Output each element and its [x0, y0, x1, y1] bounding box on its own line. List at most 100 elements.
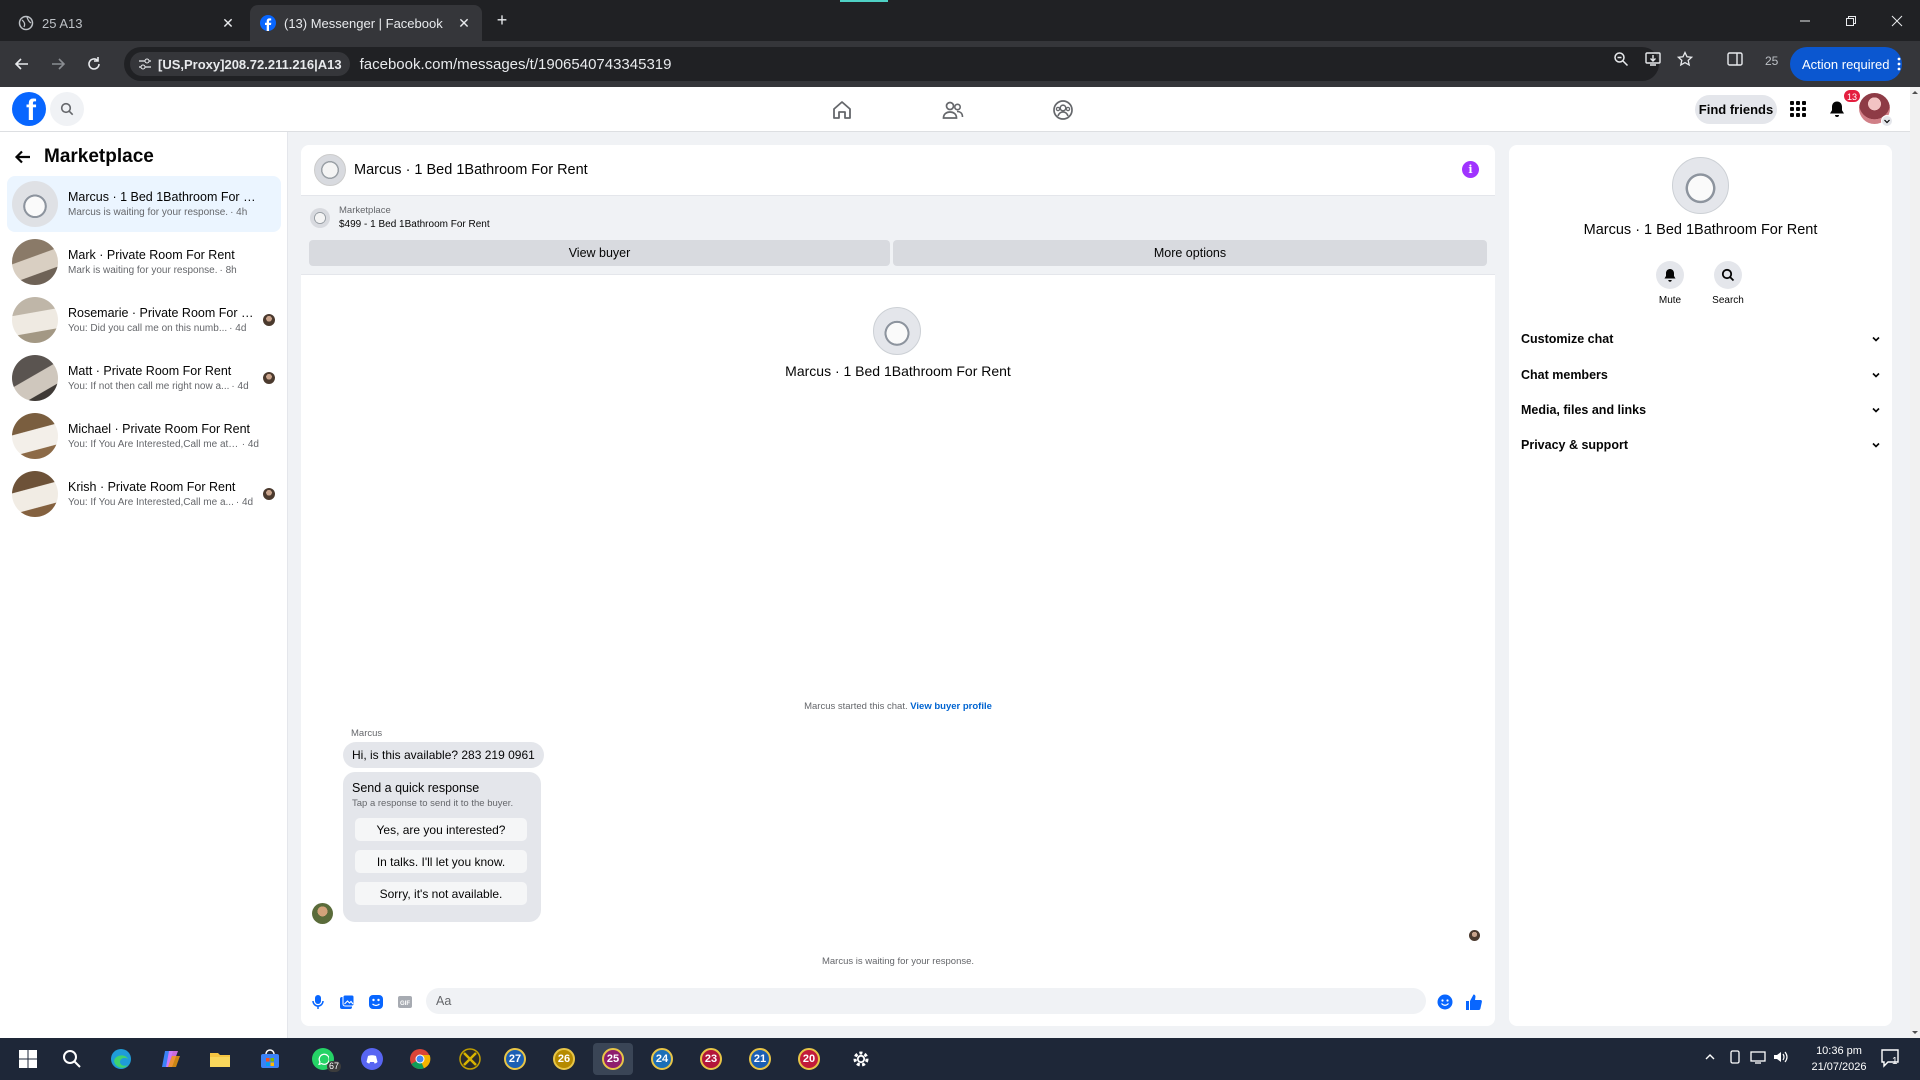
- details-avatar[interactable]: [1672, 157, 1729, 214]
- xbox-game-icon[interactable]: [450, 1043, 490, 1075]
- conversation-item[interactable]: Mark · Private Room For Rent Mark is wait…: [7, 234, 281, 290]
- browser-profile-20[interactable]: 20: [789, 1043, 829, 1075]
- view-buyer-profile-link[interactable]: View buyer profile: [910, 701, 992, 712]
- menu-grid-icon[interactable]: [1785, 96, 1811, 122]
- search-icon: [1721, 268, 1735, 282]
- restore-icon[interactable]: [1828, 0, 1874, 41]
- search-button[interactable]: [50, 92, 84, 126]
- discord-icon[interactable]: [352, 1043, 392, 1075]
- listing-price-title[interactable]: $499 - 1 Bed 1Bathroom For Rent: [339, 219, 490, 230]
- chevron-down-icon[interactable]: [1881, 115, 1893, 127]
- find-friends-button[interactable]: Find friends: [1695, 95, 1777, 124]
- tab-messenger[interactable]: (13) Messenger | Facebook ✕: [250, 5, 482, 41]
- kebab-menu-icon[interactable]: [1897, 57, 1901, 71]
- minimize-icon[interactable]: [1782, 0, 1828, 41]
- copilot-icon[interactable]: [151, 1043, 191, 1075]
- close-icon[interactable]: ✕: [220, 15, 236, 31]
- conversation-avatar: [12, 471, 58, 517]
- file-explorer-icon[interactable]: [200, 1043, 240, 1075]
- more-options-button[interactable]: More options: [893, 240, 1487, 266]
- windows-start-icon[interactable]: [8, 1043, 48, 1075]
- new-tab-plus-icon[interactable]: +: [492, 10, 512, 30]
- store-icon[interactable]: [250, 1043, 290, 1075]
- mute-button[interactable]: Mute: [1645, 261, 1695, 306]
- photo-icon[interactable]: [338, 993, 356, 1011]
- settings-gear-icon[interactable]: [841, 1043, 881, 1075]
- volume-icon[interactable]: [1773, 1050, 1789, 1064]
- quick-response-in-talks[interactable]: In talks. I'll let you know.: [355, 850, 527, 873]
- browser-profile-23[interactable]: 23: [691, 1043, 731, 1075]
- search-icon[interactable]: [52, 1043, 92, 1075]
- sender-name: Marcus: [351, 728, 383, 739]
- extension-count[interactable]: 25: [1765, 54, 1778, 68]
- system-clock[interactable]: 10:36 pm 21/07/2026: [1796, 1043, 1882, 1075]
- conversation-avatar: [12, 297, 58, 343]
- action-required-button[interactable]: Action required: [1790, 47, 1902, 81]
- browser-profile-27[interactable]: 27: [495, 1043, 535, 1075]
- quick-response-yes[interactable]: Yes, are you interested?: [355, 818, 527, 841]
- chevron-up-icon[interactable]: [1704, 1051, 1716, 1063]
- site-info-chip[interactable]: [US,Proxy]208.72.211.216|A13: [130, 52, 350, 76]
- gif-icon[interactable]: GIF: [396, 993, 414, 1011]
- conversation-time: · 8h: [219, 265, 237, 276]
- home-icon[interactable]: [829, 97, 855, 123]
- message-bubble[interactable]: Hi, is this available? 283 219 0961: [343, 742, 544, 768]
- chat-members-section[interactable]: Chat members: [1521, 365, 1881, 385]
- reload-icon[interactable]: [81, 51, 107, 77]
- bookmark-star-icon[interactable]: [1676, 50, 1694, 68]
- listing-thumbnail[interactable]: [310, 208, 330, 228]
- conversation-item[interactable]: Marcus · 1 Bed 1Bathroom For Rent Marcus …: [7, 176, 281, 232]
- device-icon[interactable]: [1728, 1050, 1742, 1064]
- conversation-name: Marcus · 1 Bed 1Bathroom For Rent: [68, 190, 259, 204]
- conversation-item[interactable]: Matt · Private Room For Rent You: If not …: [7, 350, 281, 406]
- friends-icon[interactable]: [940, 97, 966, 123]
- notification-center-icon[interactable]: 1: [1880, 1048, 1900, 1068]
- facebook-logo[interactable]: f: [12, 92, 46, 126]
- side-panel-icon[interactable]: [1726, 50, 1744, 68]
- chrome-icon[interactable]: [400, 1043, 440, 1075]
- sender-avatar[interactable]: [312, 903, 333, 924]
- browser-profile-24[interactable]: 24: [642, 1043, 682, 1075]
- install-app-icon[interactable]: [1644, 50, 1662, 68]
- privacy-support-section[interactable]: Privacy & support: [1521, 435, 1881, 455]
- microphone-icon[interactable]: [309, 993, 327, 1011]
- emoji-icon[interactable]: [1436, 993, 1454, 1011]
- browser-profile-21[interactable]: 21: [740, 1043, 780, 1075]
- browser-profile-26[interactable]: 26: [544, 1043, 584, 1075]
- close-window-icon[interactable]: [1874, 0, 1920, 41]
- thumbs-up-icon[interactable]: [1465, 993, 1483, 1011]
- address-bar[interactable]: [US,Proxy]208.72.211.216|A13 facebook.co…: [124, 47, 1659, 81]
- conversation-item[interactable]: Krish · Private Room For Rent You: If You…: [7, 466, 281, 522]
- conversation-avatar[interactable]: [873, 307, 921, 355]
- tab-25-a13[interactable]: 25 A13 ✕: [8, 5, 246, 41]
- page-scrollbar[interactable]: [1910, 87, 1920, 1038]
- conversation-name: Marcus · 1 Bed 1Bathroom For Rent: [785, 363, 1011, 379]
- customize-chat-section[interactable]: Customize chat: [1521, 329, 1881, 349]
- groups-icon[interactable]: [1050, 97, 1076, 123]
- conversation-avatar: [12, 181, 58, 227]
- media-files-links-section[interactable]: Media, files and links: [1521, 400, 1881, 420]
- forward-arrow-icon[interactable]: [45, 51, 71, 77]
- sticker-icon[interactable]: [367, 993, 385, 1011]
- info-icon[interactable]: i: [1462, 161, 1479, 178]
- chat-title[interactable]: Marcus · 1 Bed 1Bathroom For Rent: [354, 162, 588, 178]
- conversation-preview-row: You: If not then call me right now a... ·…: [68, 381, 259, 392]
- zoom-icon[interactable]: [1612, 50, 1630, 68]
- search-in-chat-button[interactable]: Search: [1703, 261, 1753, 306]
- edge-icon[interactable]: [101, 1043, 141, 1075]
- chat-details-panel: Marcus · 1 Bed 1Bathroom For Rent Mute S…: [1509, 145, 1892, 1026]
- back-arrow-icon[interactable]: [14, 148, 32, 166]
- network-icon[interactable]: [1750, 1050, 1766, 1064]
- message-input[interactable]: [426, 988, 1426, 1014]
- view-buyer-button[interactable]: View buyer: [309, 240, 890, 266]
- browser-profile-25[interactable]: 25: [593, 1043, 633, 1075]
- listing-avatar[interactable]: [314, 154, 346, 186]
- close-icon[interactable]: ✕: [456, 15, 472, 31]
- quick-response-not-available[interactable]: Sorry, it's not available.: [355, 882, 527, 905]
- back-arrow-icon[interactable]: [9, 51, 35, 77]
- conversation-preview: Mark is waiting for your response.: [68, 265, 218, 276]
- conversation-item[interactable]: Rosemarie · Private Room For R... You: Di…: [7, 292, 281, 348]
- conversation-item[interactable]: Michael · Private Room For Rent You: If Y…: [7, 408, 281, 464]
- url-text[interactable]: facebook.com/messages/t/1906540743345319: [360, 56, 672, 73]
- whatsapp-icon[interactable]: 67: [303, 1043, 343, 1075]
